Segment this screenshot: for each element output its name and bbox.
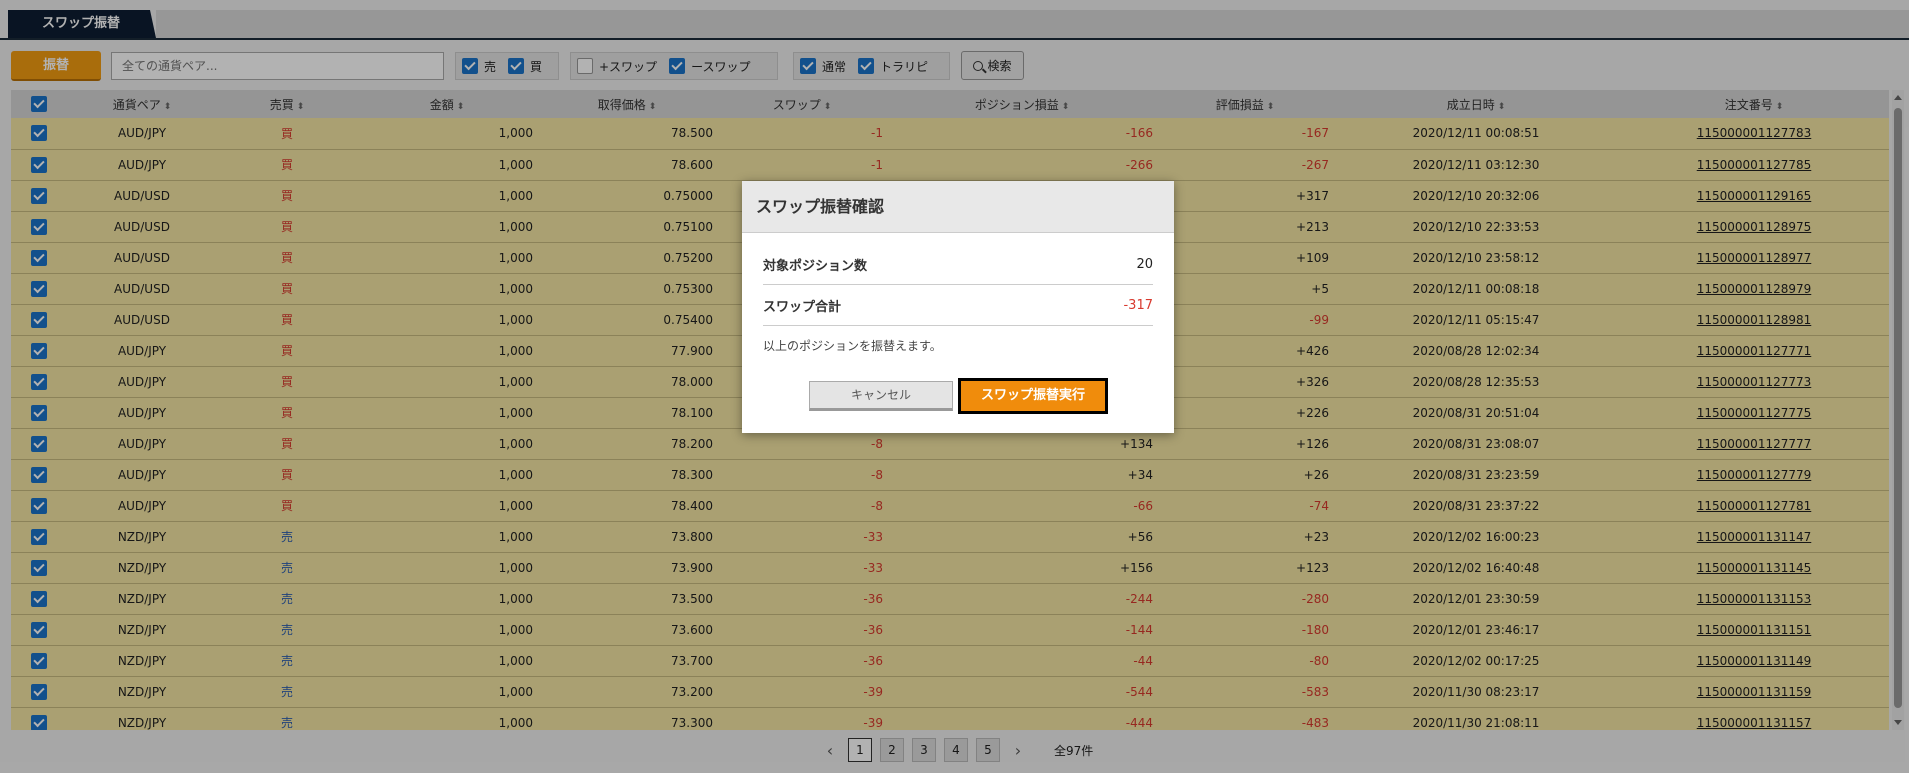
target-count-row: 対象ポジション数 20 (763, 245, 1153, 285)
swap-total-value: -317 (1123, 298, 1153, 313)
cancel-button[interactable]: キャンセル (809, 381, 953, 411)
swap-transfer-confirm-dialog: スワップ振替確認 対象ポジション数 20 スワップ合計 -317 以上のポジショ… (742, 181, 1174, 433)
execute-swap-transfer-button[interactable]: スワップ振替実行 (958, 378, 1108, 414)
swap-total-row: スワップ合計 -317 (763, 286, 1153, 326)
dialog-note: 以上のポジションを振替えます。 (763, 339, 942, 353)
dialog-title: スワップ振替確認 (742, 181, 1174, 233)
target-count-value: 20 (1136, 257, 1153, 272)
